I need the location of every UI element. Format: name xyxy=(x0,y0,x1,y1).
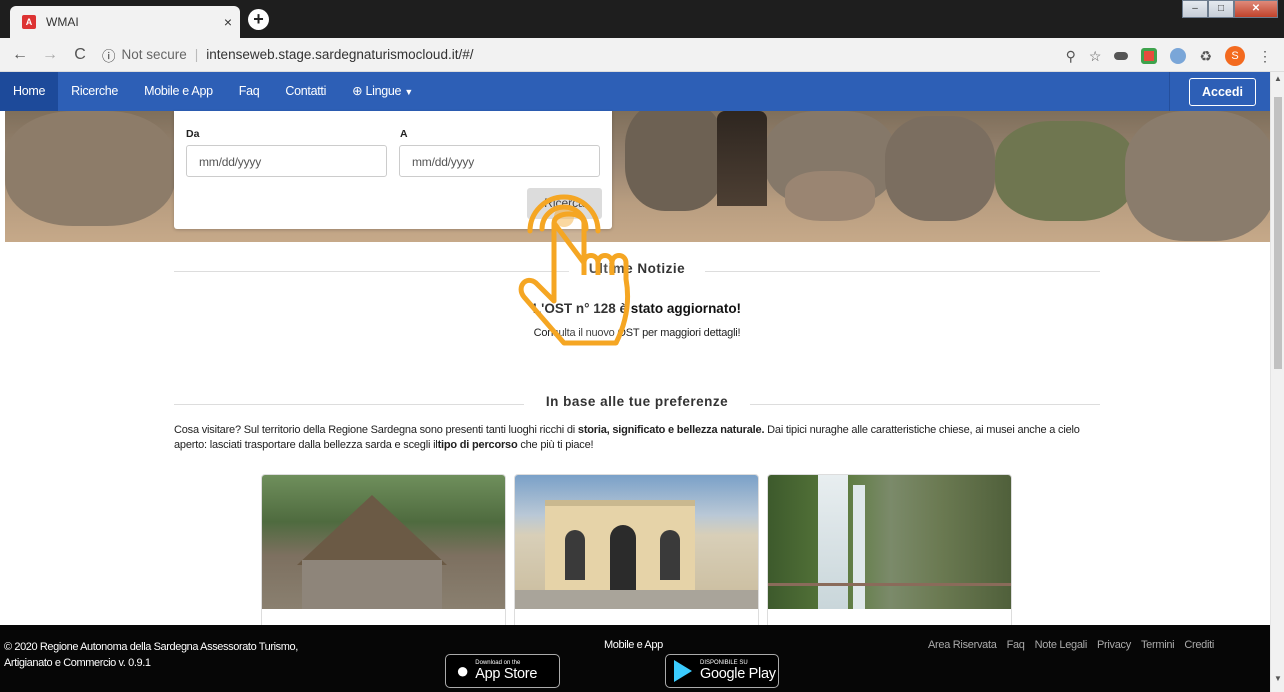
to-date-input[interactable]: mm/dd/yyyy xyxy=(399,145,600,177)
news-section-title: Ultime Notizie xyxy=(588,261,686,276)
url-separator: | xyxy=(194,47,199,62)
scrollbar-thumb[interactable] xyxy=(1274,97,1282,369)
intro-bold-text: tipo di percorso xyxy=(437,439,518,451)
footer-mobile-title: Mobile e App xyxy=(604,639,663,651)
bookmark-star-icon[interactable]: ☆ xyxy=(1089,48,1102,65)
apple-icon: ● xyxy=(456,658,470,683)
route-card[interactable] xyxy=(261,474,506,634)
news-section-header: Ultime Notizie xyxy=(174,261,1100,281)
browser-toolbar-right: ⚲ ☆ ♻ S ⋮ xyxy=(1066,46,1272,66)
new-tab-button[interactable]: + xyxy=(248,9,269,30)
footer-link-area-riservata[interactable]: Area Riservata xyxy=(928,639,997,651)
news-headline: L'OST n° 128 è stato aggiornato! xyxy=(532,301,742,316)
close-tab-icon[interactable]: × xyxy=(224,14,232,30)
app-store-badge[interactable]: ● Download on the App Store xyxy=(445,654,560,688)
search-button[interactable]: Ricerca xyxy=(527,188,602,219)
preferences-section-title: In base alle tue preferenze xyxy=(545,394,729,409)
site-footer: © 2020 Regione Autonoma della Sardegna A… xyxy=(0,625,1270,692)
intro-bold-text: storia, significato e bellezza naturale. xyxy=(577,424,765,436)
route-card[interactable] xyxy=(514,474,759,634)
profile-avatar[interactable]: S xyxy=(1225,46,1245,66)
preferences-intro: Cosa visitare? Sul territorio della Regi… xyxy=(174,423,1094,453)
login-button[interactable]: Accedi xyxy=(1189,78,1256,106)
globe-icon: ⊕ xyxy=(352,84,363,98)
scroll-down-icon[interactable]: ▼ xyxy=(1274,674,1282,683)
nav-item-ricerche[interactable]: Ricerche xyxy=(58,72,131,111)
browser-tab-strip: A WMAI × + – □ ✕ xyxy=(0,0,1284,38)
google-play-badge[interactable]: DISPONIBILE SU Google Play xyxy=(665,654,779,688)
incognito-extension-icon[interactable] xyxy=(1114,52,1129,60)
badge-big-text: App Store xyxy=(475,666,538,682)
badge-big-text: Google Play xyxy=(700,666,776,682)
from-date-input[interactable]: mm/dd/yyyy xyxy=(186,145,387,177)
copyright-line: © 2020 Regione Autonoma della Sardegna A… xyxy=(4,641,298,653)
nav-item-home[interactable]: Home xyxy=(0,72,59,111)
cave-entrance xyxy=(717,111,767,206)
scroll-up-icon[interactable]: ▲ xyxy=(1274,74,1282,83)
page-scrollbar[interactable]: ▲ ▼ xyxy=(1270,72,1284,692)
news-text: Consulta il nuovo OST per maggiori detta… xyxy=(533,327,741,339)
extension-icon[interactable] xyxy=(1141,48,1158,64)
footer-link-note-legali[interactable]: Note Legali xyxy=(1035,639,1088,651)
date-search-card: Da A mm/dd/yyyy mm/dd/yyyy Ricerca xyxy=(174,111,612,229)
zoom-icon[interactable]: ⚲ xyxy=(1066,48,1076,65)
main-navbar: Home Ricerche Mobile e App Faq Contatti … xyxy=(0,72,1270,111)
nav-item-contatti[interactable]: Contatti xyxy=(272,72,339,111)
nav-item-lingue[interactable]: ⊕ Lingue ▼ xyxy=(339,72,426,111)
intro-text: Cosa visitare? Sul territorio della Regi… xyxy=(174,424,578,436)
info-icon[interactable]: ⓘ xyxy=(102,45,116,65)
navbar-divider xyxy=(1169,72,1170,111)
card-image-waterfall xyxy=(768,475,1011,609)
url-text: intenseweb.stage.sardegnaturismocloud.it… xyxy=(206,47,474,62)
card-image-building xyxy=(515,475,758,609)
close-window-icon[interactable]: ✕ xyxy=(1234,0,1278,18)
menu-dots-icon[interactable]: ⋮ xyxy=(1258,48,1272,65)
window-controls: – □ ✕ xyxy=(1182,0,1278,18)
extension-blue-icon[interactable] xyxy=(1170,48,1187,64)
footer-link-crediti[interactable]: Crediti xyxy=(1184,639,1214,651)
footer-links: Area Riservata Faq Note Legali Privacy T… xyxy=(928,639,1214,651)
forward-arrow-icon[interactable]: → xyxy=(40,46,60,64)
maximize-icon[interactable]: □ xyxy=(1208,0,1234,18)
tab-title: WMAI xyxy=(46,15,79,29)
minimize-icon[interactable]: – xyxy=(1182,0,1208,18)
footer-link-privacy[interactable]: Privacy xyxy=(1097,639,1131,651)
caret-down-icon: ▼ xyxy=(404,87,414,97)
to-date-label: A xyxy=(400,128,408,140)
nav-item-mobile-app[interactable]: Mobile e App xyxy=(131,72,226,111)
reload-icon[interactable]: C xyxy=(70,46,90,64)
route-card[interactable] xyxy=(767,474,1012,634)
preferences-section-header: In base alle tue preferenze xyxy=(174,394,1100,414)
footer-copyright: © 2020 Regione Autonoma della Sardegna A… xyxy=(4,639,364,671)
url-field[interactable]: ⓘ Not secure | intenseweb.stage.sardegna… xyxy=(102,45,473,65)
address-bar: ← → C ⓘ Not secure | intenseweb.stage.sa… xyxy=(0,38,1284,72)
recycle-extension-icon[interactable]: ♻ xyxy=(1199,48,1212,65)
card-image-hut xyxy=(262,475,505,609)
from-date-label: Da xyxy=(186,128,200,140)
footer-link-termini[interactable]: Termini xyxy=(1141,639,1175,651)
not-secure-label: Not secure xyxy=(121,47,187,62)
footer-link-faq[interactable]: Faq xyxy=(1007,639,1025,651)
intro-text: che più ti piace! xyxy=(517,439,594,451)
nav-item-faq[interactable]: Faq xyxy=(226,72,273,111)
browser-tab[interactable]: A WMAI × xyxy=(10,6,240,38)
copyright-line: Artigianato e Commercio v. 0.9.1 xyxy=(4,657,151,669)
angular-favicon-icon: A xyxy=(22,15,36,29)
lingue-label: Lingue xyxy=(365,84,402,98)
google-play-icon xyxy=(674,660,692,682)
back-arrow-icon[interactable]: ← xyxy=(10,46,30,64)
